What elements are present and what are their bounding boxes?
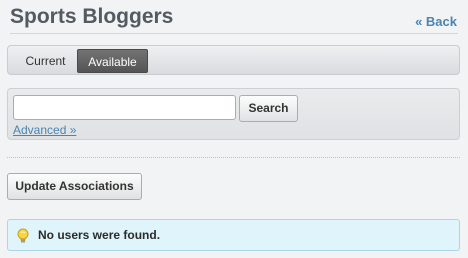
divider [7, 157, 460, 158]
search-button[interactable]: Search [239, 95, 298, 122]
page-header: Sports Bloggers « Back [10, 3, 458, 34]
message-text: No users were found. [38, 228, 161, 242]
update-associations-button[interactable]: Update Associations [7, 173, 142, 200]
search-input[interactable] [13, 95, 236, 120]
tab-current[interactable]: Current [13, 49, 79, 73]
page-title: Sports Bloggers [10, 5, 174, 28]
tab-bar: Current Available [7, 45, 460, 75]
lightbulb-icon [17, 228, 29, 243]
search-panel: Search Advanced » [7, 88, 460, 140]
advanced-search-link[interactable]: Advanced » [13, 123, 76, 137]
tab-available[interactable]: Available [77, 49, 148, 73]
info-message: No users were found. [7, 219, 460, 251]
back-link[interactable]: « Back [415, 14, 457, 29]
